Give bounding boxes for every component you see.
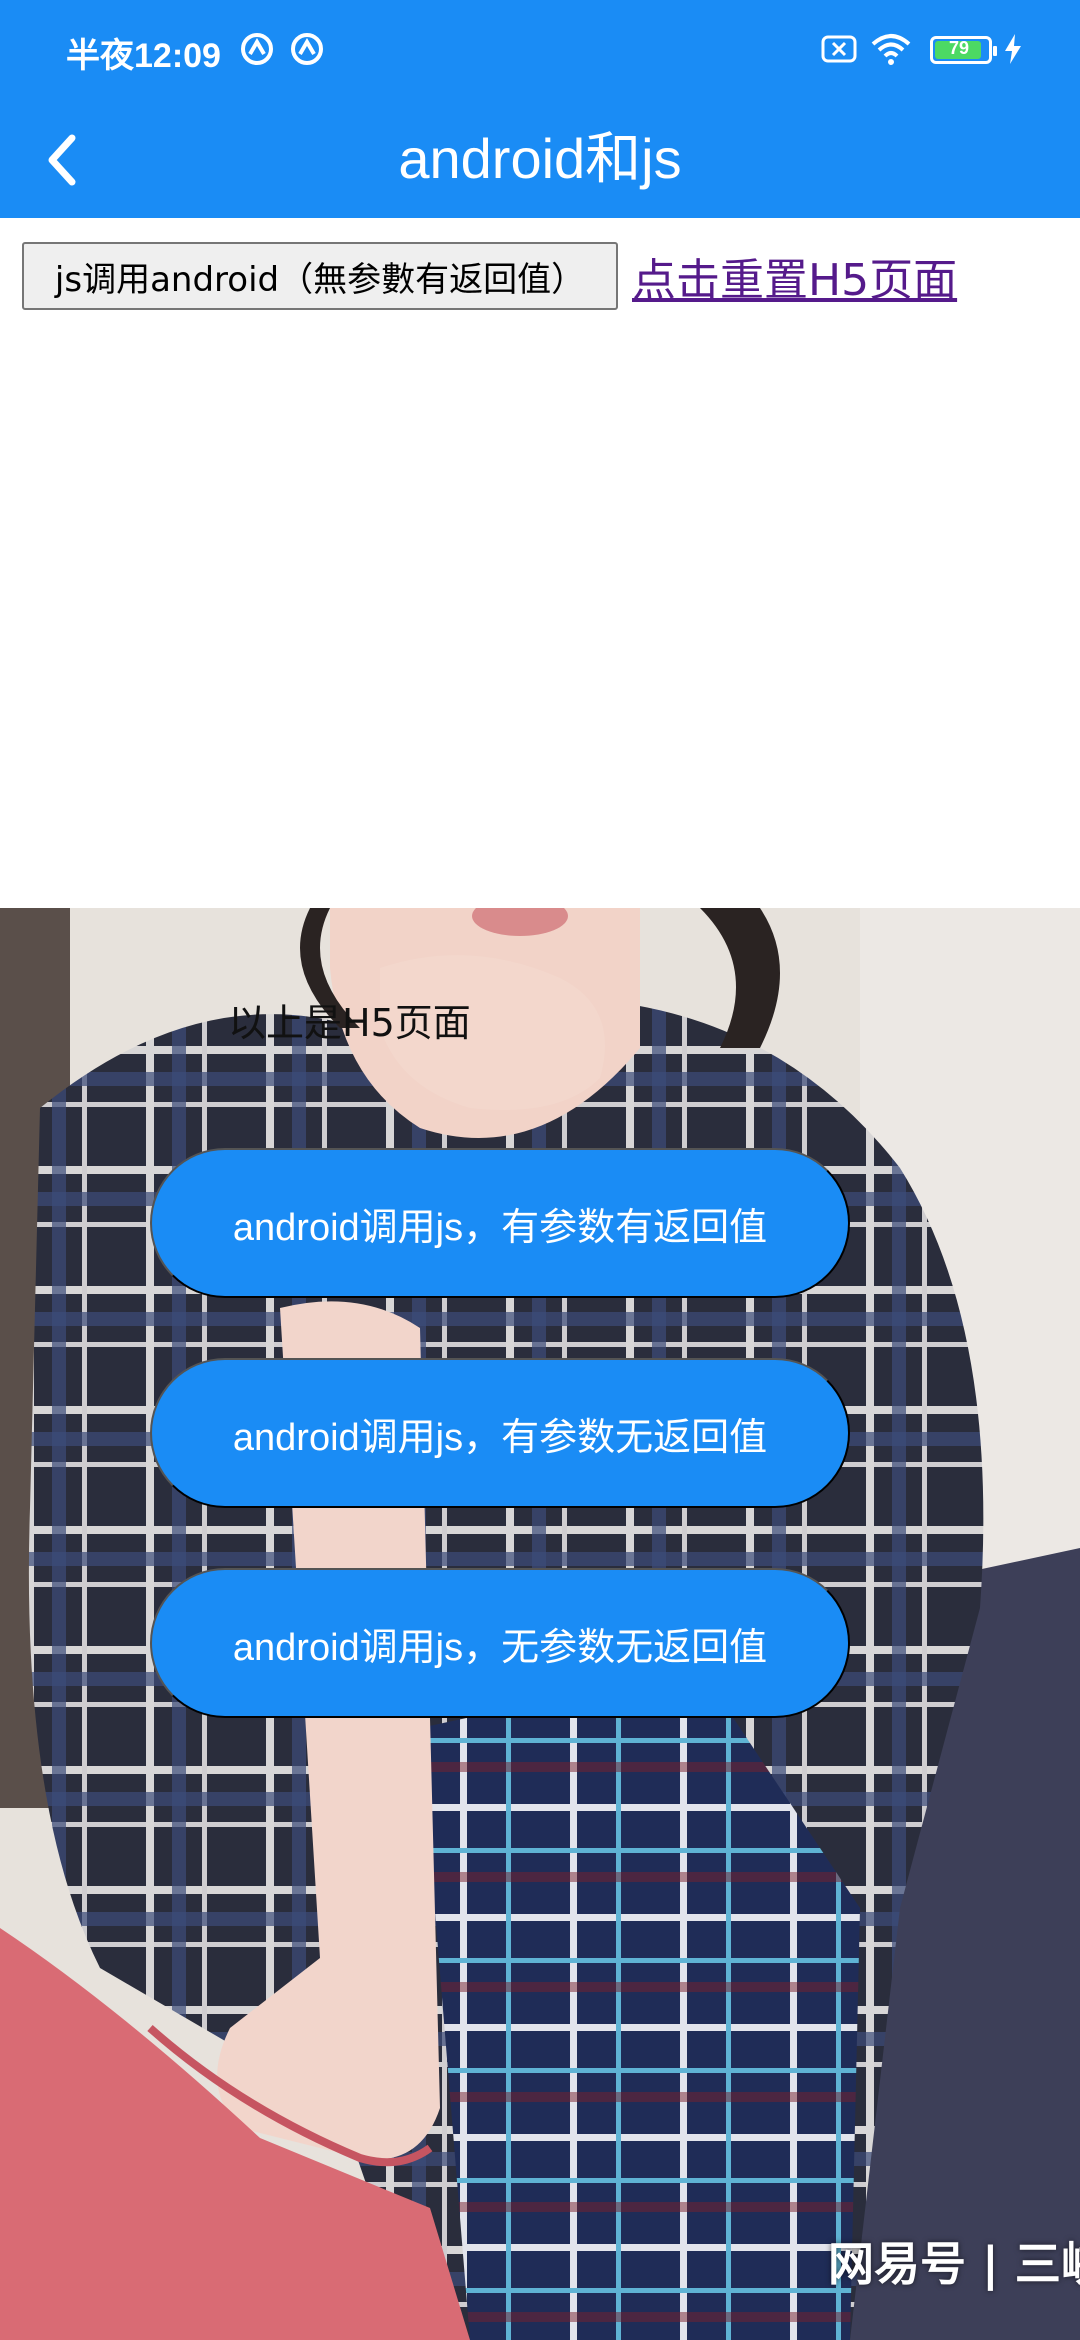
status-bar: 半夜12:09 79 xyxy=(0,0,1080,100)
app-toolbar: android和js xyxy=(0,100,1080,218)
android-call-js-no-params-no-return-button[interactable]: android调用js，无参数无返回值 xyxy=(150,1568,850,1718)
status-time: 半夜12:09 xyxy=(66,37,221,75)
watermark: 网易号 | 三峡 xyxy=(828,2237,1080,2291)
android-call-js-params-return-button[interactable]: android调用js，有参数有返回值 xyxy=(150,1148,850,1298)
background-photo-area: 以上是H5页面 android调用js，有参数有返回值 android调用js，… xyxy=(0,908,1080,2340)
wifi-icon xyxy=(871,34,911,65)
nfc-icon xyxy=(241,33,273,65)
nfc-icon xyxy=(291,33,323,65)
h5-webview: js调用android（無参數有返回值） 点击重置H5页面 xyxy=(0,218,1080,908)
battery-icon: 79 xyxy=(930,36,997,64)
charging-icon xyxy=(1005,34,1021,64)
android-call-js-params-no-return-button[interactable]: android调用js，有参数无返回值 xyxy=(150,1358,850,1508)
sim-off-icon xyxy=(821,35,857,63)
page-title: android和js xyxy=(398,127,682,190)
js-call-android-button[interactable]: js调用android（無参數有返回值） xyxy=(22,242,618,310)
battery-level: 79 xyxy=(948,38,970,58)
h5-section-caption: 以上是H5页面 xyxy=(228,1001,471,1045)
reset-h5-link[interactable]: 点击重置H5页面 xyxy=(632,244,957,308)
